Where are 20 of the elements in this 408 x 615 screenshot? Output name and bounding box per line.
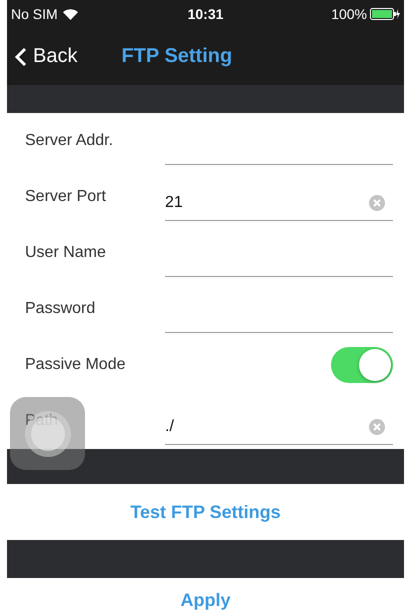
field-label: Server Addr.: [25, 132, 114, 150]
toggle-switch[interactable]: [331, 347, 393, 383]
chevron-left-icon: [15, 46, 27, 66]
nav-title: FTP Setting: [121, 45, 232, 68]
field-label: User Name: [25, 244, 107, 262]
clear-icon[interactable]: [369, 194, 385, 210]
carrier-text: No SIM: [11, 6, 58, 22]
wifi-icon: [62, 8, 78, 20]
text-field[interactable]: 21: [165, 185, 393, 221]
field-label: Path: [25, 412, 59, 430]
battery-icon: [370, 8, 400, 20]
field-label: Password: [25, 300, 96, 318]
field-label: Passive Mode: [25, 356, 126, 374]
status-time: 10:31: [188, 6, 224, 22]
battery-percent: 100%: [331, 6, 367, 22]
back-button[interactable]: Back: [15, 45, 78, 68]
field-label: Server Port: [25, 188, 107, 206]
text-field[interactable]: ./: [165, 409, 393, 445]
clear-icon[interactable]: [369, 418, 385, 434]
assistive-touch-button[interactable]: [10, 397, 85, 470]
